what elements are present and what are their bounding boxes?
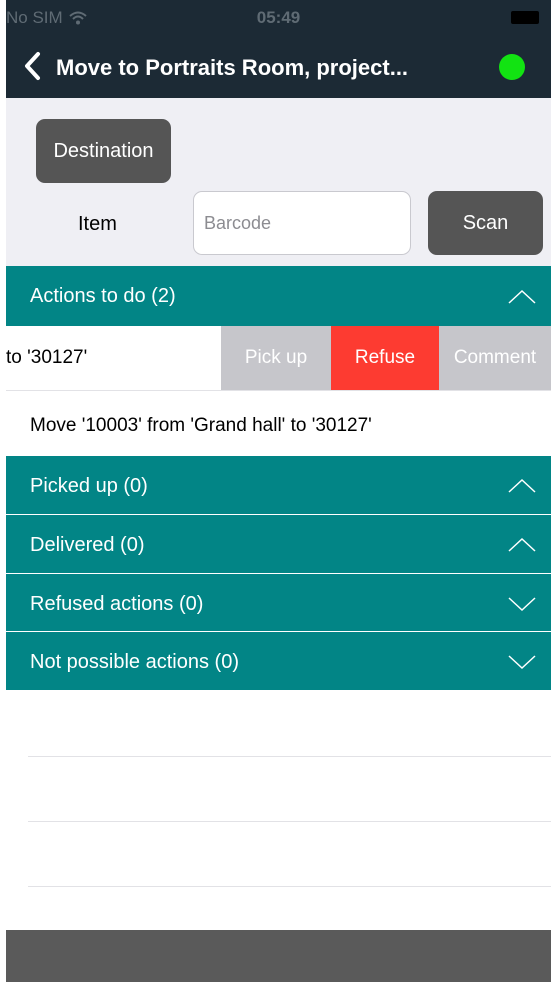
barcode-input[interactable]: Barcode	[193, 191, 411, 255]
section-refused-actions[interactable]: Refused actions (0)	[6, 574, 551, 631]
bottom-toolbar	[6, 930, 551, 982]
section-label: Refused actions (0)	[30, 593, 204, 615]
section-actions-to-do[interactable]: Actions to do (2)	[6, 266, 551, 326]
action-row[interactable]: Move '10003' from 'Grand hall' to '30127…	[6, 390, 551, 456]
list-separator	[28, 756, 551, 757]
status-time: 05:49	[256, 8, 301, 27]
chevron-up-icon	[508, 289, 536, 304]
navigation-bar: Move to Portraits Room, project...	[6, 36, 551, 98]
scan-button[interactable]: Scan	[428, 191, 543, 255]
section-label: Actions to do (2)	[30, 285, 176, 307]
battery-icon	[511, 11, 539, 24]
chevron-down-icon	[508, 597, 536, 612]
connection-status-indicator	[499, 54, 525, 80]
section-label: Not possible actions (0)	[30, 651, 239, 673]
status-bar: No SIM 05:49	[6, 0, 551, 36]
list-separator	[28, 821, 551, 822]
chevron-up-icon	[508, 537, 536, 552]
item-label: Item	[78, 213, 117, 235]
section-picked-up[interactable]: Picked up (0)	[6, 456, 551, 514]
list-separator	[28, 886, 551, 887]
section-not-possible-actions[interactable]: Not possible actions (0)	[6, 632, 551, 690]
destination-button[interactable]: Destination	[36, 119, 171, 183]
refuse-button[interactable]: Refuse	[331, 326, 439, 390]
section-label: Delivered (0)	[30, 534, 145, 556]
chevron-down-icon	[508, 655, 536, 670]
action-row-swiped[interactable]: to '30127' Pick up Refuse Comment	[6, 326, 551, 390]
back-chevron-icon[interactable]	[18, 49, 48, 83]
section-label: Picked up (0)	[30, 475, 148, 497]
page-title: Move to Portraits Room, project...	[56, 55, 409, 80]
section-delivered[interactable]: Delivered (0)	[6, 515, 551, 573]
scan-form: Destination Item Barcode Scan	[6, 98, 551, 266]
pick-up-button[interactable]: Pick up	[221, 326, 331, 390]
chevron-up-icon	[508, 478, 536, 493]
action-row-text: to '30127'	[6, 347, 88, 368]
action-row-text: Move '10003' from 'Grand hall' to '30127…	[30, 415, 372, 436]
comment-button[interactable]: Comment	[439, 326, 551, 390]
